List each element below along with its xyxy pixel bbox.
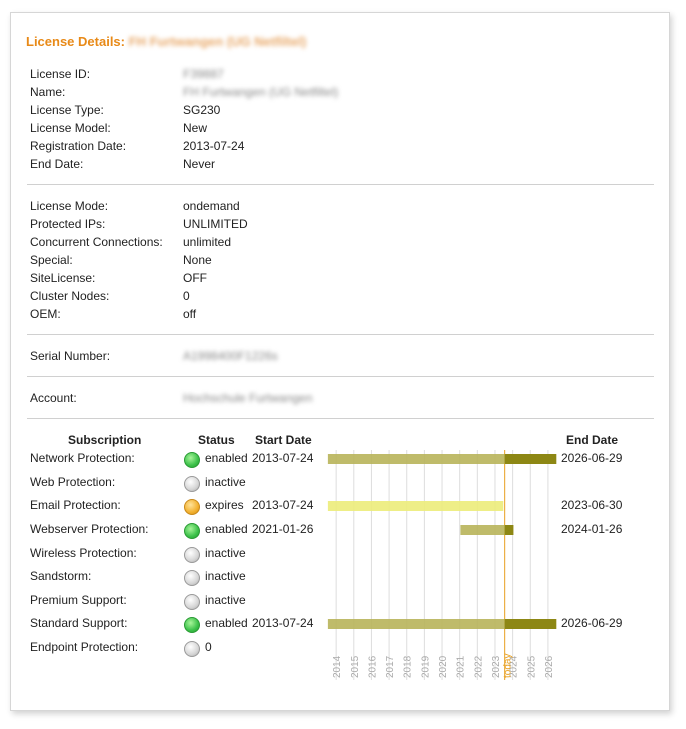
divider	[27, 334, 654, 335]
subscription-start-date: 2013-07-24	[252, 451, 314, 465]
details-value: SG230	[183, 103, 221, 117]
details-label: End Date:	[30, 157, 84, 171]
serial-number-label: Serial Number:	[30, 349, 111, 363]
subscription-status: 0	[205, 640, 212, 654]
details-value: FH Furtwangen (UG Netfiltel)	[183, 85, 339, 99]
status-grey-icon	[184, 641, 200, 657]
subscription-name: Standard Support:	[30, 616, 128, 630]
mode-value: UNLIMITED	[183, 217, 248, 231]
details-label: License ID:	[30, 67, 91, 81]
subscription-bar-future	[504, 525, 514, 535]
mode-value: OFF	[183, 271, 207, 285]
divider	[27, 376, 654, 377]
status-green-icon	[184, 452, 200, 468]
subscription-name: Webserver Protection:	[30, 522, 149, 536]
status-green-icon	[184, 523, 200, 539]
mode-value: 0	[183, 289, 190, 303]
subscription-status: enabled	[205, 451, 248, 465]
year-tick-label: 2020	[438, 655, 449, 678]
mode-label: Special:	[30, 253, 73, 267]
subscription-status: enabled	[205, 522, 248, 536]
year-tick-label: 2017	[385, 655, 396, 678]
details-label: License Model:	[30, 121, 111, 135]
subscription-name: Endpoint Protection:	[30, 640, 139, 654]
details-value: 2013-07-24	[183, 139, 245, 153]
subscription-end-date: 2024-01-26	[561, 522, 623, 536]
subscription-status: expires	[205, 498, 244, 512]
mode-value: ondemand	[183, 199, 240, 213]
status-grey-icon	[184, 594, 200, 610]
mode-label: OEM:	[30, 307, 61, 321]
year-tick-label: 2016	[367, 655, 378, 678]
mode-label: Protected IPs:	[30, 217, 106, 231]
account-label: Account:	[30, 391, 77, 405]
details-label: Name:	[30, 85, 66, 99]
subscription-name: Network Protection:	[30, 451, 135, 465]
divider	[27, 418, 654, 419]
year-tick-label: 2018	[403, 655, 414, 678]
start-date-header: Start Date	[255, 433, 312, 447]
details-value: Never	[183, 157, 216, 171]
today-label: today	[503, 654, 514, 678]
year-tick-label: 2015	[350, 655, 361, 678]
subscription-status: inactive	[205, 569, 246, 583]
status-green-icon	[184, 617, 200, 633]
subscription-status: inactive	[205, 593, 246, 607]
subscription-start-date: 2013-07-24	[252, 498, 314, 512]
mode-label: Concurrent Connections:	[30, 235, 163, 249]
mode-value: None	[183, 253, 212, 267]
mode-label: SiteLicense:	[30, 271, 96, 285]
subscription-end-date: 2026-06-29	[561, 616, 623, 630]
subscription-name: Web Protection:	[30, 475, 116, 489]
subscription-end-date: 2026-06-29	[561, 451, 623, 465]
serial-number-value: A1998400F1226s	[183, 349, 278, 363]
subscription-status: enabled	[205, 616, 248, 630]
page-title: License Details: FH Furtwangen (UG Netfi…	[26, 34, 306, 49]
subscription-bar-future	[504, 619, 557, 629]
subscription-end-date: 2023-06-30	[561, 498, 623, 512]
subscription-name: Sandstorm:	[30, 569, 92, 583]
mode-label: Cluster Nodes:	[30, 289, 110, 303]
status-grey-icon	[184, 547, 200, 563]
year-tick-label: 2019	[420, 655, 431, 678]
year-tick-label: 2021	[456, 655, 467, 678]
year-tick-label: 2022	[473, 655, 484, 678]
details-label: Registration Date:	[30, 139, 127, 153]
status-grey-icon	[184, 570, 200, 586]
subscription-bar	[327, 501, 504, 511]
subscription-status: inactive	[205, 546, 246, 560]
mode-label: License Mode:	[30, 199, 109, 213]
status-header: Status	[198, 433, 235, 447]
subscription-bar-future	[504, 454, 557, 464]
details-value: New	[183, 121, 208, 135]
mode-value: unlimited	[183, 235, 232, 249]
year-tick-label: 2023	[491, 655, 502, 678]
subscription-name: Premium Support:	[30, 593, 127, 607]
subscription-timeline: 2014 2015 2016 2017 2018 2019 2020 2021 2022 2023…	[327, 450, 557, 680]
subscription-status: inactive	[205, 475, 246, 489]
title-label: License Details:	[26, 34, 125, 49]
year-tick-label: 2014	[332, 655, 343, 678]
details-value: F39887	[183, 67, 224, 81]
details-label: License Type:	[30, 103, 104, 117]
subscription-name: Wireless Protection:	[30, 546, 137, 560]
status-orange-icon	[184, 499, 200, 515]
subscription-start-date: 2021-01-26	[252, 522, 314, 536]
subscription-name: Email Protection:	[30, 498, 121, 512]
subscription-header: Subscription	[68, 433, 142, 447]
license-name-title: FH Furtwangen (UG Netfiltel)	[128, 34, 307, 49]
year-tick-label: 2025	[526, 655, 537, 678]
year-tick-label: 2026	[544, 655, 555, 678]
mode-value: off	[183, 307, 197, 321]
status-grey-icon	[184, 476, 200, 492]
end-date-header: End Date	[566, 433, 619, 447]
divider	[27, 184, 654, 185]
subscription-start-date: 2013-07-24	[252, 616, 314, 630]
account-value: Hochschule Furtwangen	[183, 391, 313, 405]
